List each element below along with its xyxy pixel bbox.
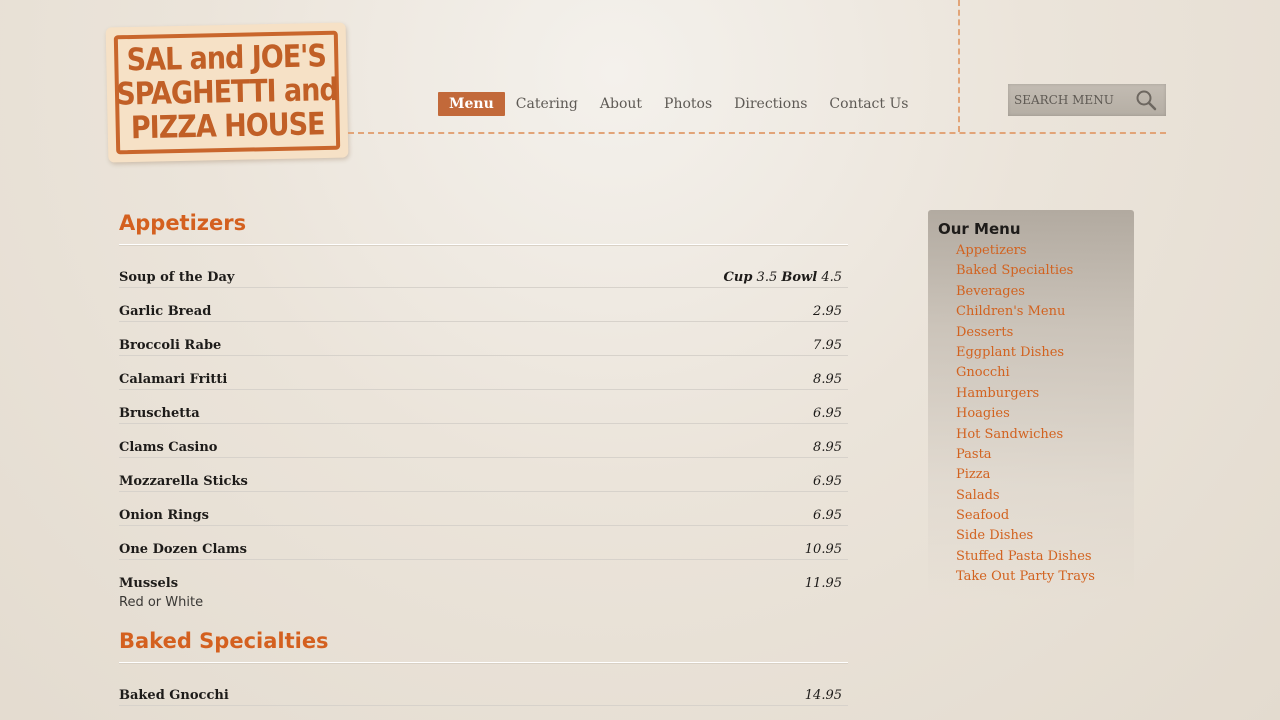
sidebar-item-gnocchi[interactable]: Gnocchi	[956, 364, 1095, 384]
sidebar-item-pizza[interactable]: Pizza	[956, 466, 1095, 486]
sidebar-item-hot-sandwiches[interactable]: Hot Sandwiches	[956, 426, 1095, 446]
header-dashed-vertical	[958, 0, 960, 132]
sidebar-item-hoagies[interactable]: Hoagies	[956, 405, 1095, 425]
item-name: One Dozen Clams	[119, 542, 247, 557]
item-name: Mozzarella Sticks	[119, 474, 248, 489]
search-input[interactable]	[1012, 92, 1136, 108]
price-cup-label: Cup	[723, 270, 753, 285]
sidebar-item-eggplant-dishes[interactable]: Eggplant Dishes	[956, 344, 1095, 364]
sidebar-item-salads[interactable]: Salads	[956, 487, 1095, 507]
logo-line-3: PIZZA HOUSE	[130, 106, 325, 147]
menu-item: Onion Rings 6.95	[119, 505, 848, 539]
sidebar-item-baked-specialties[interactable]: Baked Specialties	[956, 262, 1095, 282]
section-title-appetizers: Appetizers	[119, 205, 848, 245]
item-name: Clams Casino	[119, 440, 218, 455]
header-dashed-divider	[348, 132, 1166, 134]
menu-item: Bruschetta 6.95	[119, 403, 848, 437]
item-name: Soup of the Day	[119, 270, 235, 285]
nav-item-about[interactable]: About	[589, 92, 653, 116]
nav-item-menu[interactable]: Menu	[438, 92, 505, 116]
menu-item: Calamari Fritti 8.95	[119, 369, 848, 403]
item-name: Calamari Fritti	[119, 372, 228, 387]
sidebar-item-beverages[interactable]: Beverages	[956, 283, 1095, 303]
baked-specialties-list: Baked Gnocchi 14.95	[119, 685, 848, 719]
menu-item: Broccoli Rabe 7.95	[119, 335, 848, 369]
sidebar-item-take-out-party-trays[interactable]: Take Out Party Trays	[956, 568, 1095, 588]
sidebar-item-seafood[interactable]: Seafood	[956, 507, 1095, 527]
nav-item-directions[interactable]: Directions	[723, 92, 818, 116]
sidebar-item-childrens-menu[interactable]: Children's Menu	[956, 303, 1095, 323]
sidebar-item-desserts[interactable]: Desserts	[956, 324, 1095, 344]
item-name: Baked Gnocchi	[119, 688, 229, 703]
item-price: 2.95	[813, 304, 842, 319]
price-bowl-label: Bowl	[781, 270, 818, 285]
item-name: Garlic Bread	[119, 304, 212, 319]
nav-item-contact-us[interactable]: Contact Us	[818, 92, 919, 116]
section-baked-specialties: Baked Specialties Baked Gnocchi 14.95	[119, 623, 848, 719]
menu-content: Appetizers Soup of the Day Cup 3.5 Bowl …	[119, 205, 848, 719]
menu-item: Garlic Bread 2.95	[119, 301, 848, 335]
item-price: 6.95	[813, 508, 842, 523]
item-price: 8.95	[813, 372, 842, 387]
sidebar-item-pasta[interactable]: Pasta	[956, 446, 1095, 466]
sidebar-item-stuffed-pasta-dishes[interactable]: Stuffed Pasta Dishes	[956, 548, 1095, 568]
item-price: 14.95	[804, 688, 842, 703]
sidebar-title: Our Menu	[938, 220, 1021, 238]
menu-sidebar: Our Menu Appetizers Baked Specialties Be…	[928, 210, 1134, 610]
item-price: 7.95	[813, 338, 842, 353]
nav-item-catering[interactable]: Catering	[505, 92, 589, 116]
price-bowl: 4.5	[821, 270, 842, 285]
appetizers-list: Soup of the Day Cup 3.5 Bowl 4.5 Garlic …	[119, 267, 848, 611]
search-box	[1008, 84, 1166, 116]
main-nav: Menu Catering About Photos Directions Co…	[438, 92, 919, 116]
menu-item: Mussels 11.95 Red or White	[119, 573, 848, 611]
search-icon[interactable]	[1134, 88, 1158, 112]
menu-item: One Dozen Clams 10.95	[119, 539, 848, 573]
item-name: Onion Rings	[119, 508, 209, 523]
item-price: Cup 3.5 Bowl 4.5	[724, 269, 842, 287]
menu-item: Mozzarella Sticks 6.95	[119, 471, 848, 505]
item-name: Broccoli Rabe	[119, 338, 222, 353]
item-price: 11.95	[804, 576, 842, 591]
item-price: 10.95	[804, 542, 842, 557]
item-note: Red or White	[119, 595, 204, 610]
section-title-baked-specialties: Baked Specialties	[119, 623, 848, 663]
site-logo[interactable]: SAL and JOE'S SPAGHETTI and PIZZA HOUSE	[105, 22, 349, 163]
menu-item: Baked Gnocchi 14.95	[119, 685, 848, 719]
sidebar-item-hamburgers[interactable]: Hamburgers	[956, 385, 1095, 405]
item-name: Mussels	[119, 576, 179, 591]
sidebar-category-list: Appetizers Baked Specialties Beverages C…	[956, 242, 1095, 589]
nav-item-photos[interactable]: Photos	[653, 92, 723, 116]
sidebar-item-side-dishes[interactable]: Side Dishes	[956, 527, 1095, 547]
item-price: 8.95	[813, 440, 842, 455]
sidebar-item-appetizers[interactable]: Appetizers	[956, 242, 1095, 262]
menu-item: Clams Casino 8.95	[119, 437, 848, 471]
price-cup: 3.5	[756, 270, 778, 285]
menu-item: Soup of the Day Cup 3.5 Bowl 4.5	[119, 267, 848, 301]
item-price: 6.95	[813, 406, 842, 421]
item-name: Bruschetta	[119, 406, 200, 421]
item-price: 6.95	[813, 474, 842, 489]
